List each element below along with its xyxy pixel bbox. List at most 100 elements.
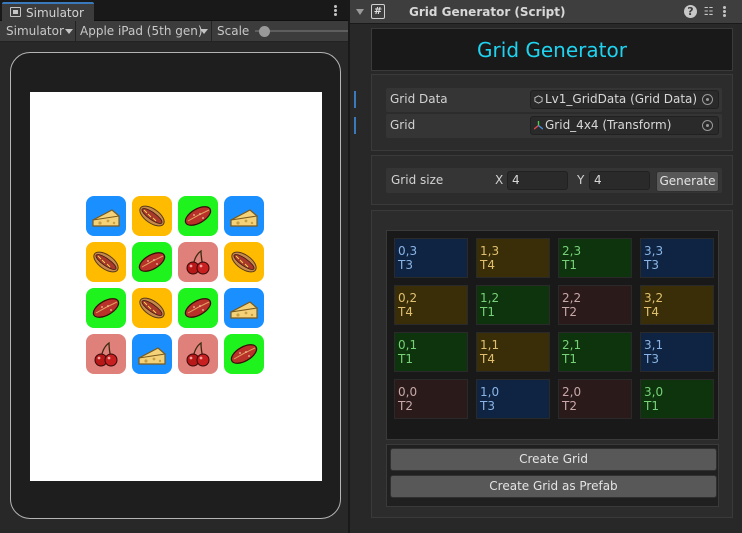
grid-cell[interactable]: 1,1 T4 <box>476 332 550 372</box>
create-grid-button[interactable]: Create Grid <box>390 448 717 471</box>
grid-cell-type: T4 <box>480 352 495 366</box>
grid-preview-section: 0,3 T3 1,3 T4 2,3 T1 3,3 T3 0,2 T4 1,2 T1 2,2 T2 3,2 T4… <box>371 210 733 518</box>
cherry-icon <box>186 341 210 367</box>
sausage-icon <box>184 206 212 226</box>
grid-field[interactable]: Grid_4x4 (Transform) <box>530 116 719 135</box>
hotdog-tile[interactable] <box>86 242 126 282</box>
sausage-tile[interactable] <box>178 196 218 236</box>
x-label: X <box>495 173 504 187</box>
grid-cell-coord: 0,2 <box>398 291 418 305</box>
generate-button-label: Generate <box>659 174 716 188</box>
simulator-toolbar: Simulator Apple iPad (5th gen) Scale <box>0 21 348 42</box>
device-dropdown[interactable]: Apple iPad (5th gen) <box>80 22 208 41</box>
scale-slider-thumb[interactable] <box>259 26 271 37</box>
grid-cell[interactable]: 3,1 T3 <box>640 332 714 372</box>
hotdog-icon <box>139 297 165 319</box>
grid-cell[interactable]: 3,0 T1 <box>640 379 714 419</box>
grid-cell[interactable]: 0,1 T1 <box>394 332 468 372</box>
chevron-down-icon <box>65 29 73 34</box>
grid-cells-container: 0,3 T3 1,3 T4 2,3 T1 3,3 T3 0,2 T4 1,2 T1 2,2 T2 3,2 T4… <box>386 230 719 440</box>
grid-cell-coord: 3,1 <box>644 338 664 352</box>
grid-data-field[interactable]: Lv1_GridData (Grid Data) <box>530 90 719 109</box>
simulator-mode-dropdown[interactable]: Simulator <box>6 22 73 41</box>
grid-cell-coord: 2,2 <box>562 291 582 305</box>
simulator-menu-kebab-icon[interactable] <box>334 5 338 17</box>
cheese-tile[interactable] <box>86 196 126 236</box>
scale-label: Scale <box>217 22 251 41</box>
component-menu-kebab-icon[interactable] <box>723 6 727 18</box>
sausage-tile[interactable] <box>178 288 218 328</box>
cheese-icon <box>230 209 258 227</box>
device-label: Apple iPad (5th gen) <box>80 24 203 38</box>
create-grid-prefab-button-label: Create Grid as Prefab <box>489 479 618 493</box>
grid-cell-coord: 0,0 <box>398 385 418 399</box>
grid-data-label: Grid Data <box>390 92 448 106</box>
cheese-tile[interactable] <box>132 334 172 374</box>
grid-cell-type: T4 <box>480 258 495 272</box>
sausage-tile[interactable] <box>132 242 172 282</box>
cheese-icon <box>230 301 258 319</box>
grid-cell[interactable]: 0,3 T3 <box>394 238 468 278</box>
grid-cell-coord: 2,0 <box>562 385 582 399</box>
grid-cell[interactable]: 1,0 T3 <box>476 379 550 419</box>
grid-cell[interactable]: 2,1 T1 <box>558 332 632 372</box>
grid-size-y-field[interactable]: 4 <box>589 171 650 190</box>
cheese-tile[interactable] <box>224 196 264 236</box>
object-picker-icon[interactable] <box>702 120 713 131</box>
sausage-tile[interactable] <box>224 334 264 374</box>
generate-button[interactable]: Generate <box>656 171 719 192</box>
grid-cell-type: T1 <box>480 305 495 319</box>
grid-cell-type: T3 <box>644 352 659 366</box>
hotdog-icon <box>231 251 257 273</box>
object-picker-icon[interactable] <box>702 94 713 105</box>
grid-cell-coord: 0,1 <box>398 338 418 352</box>
sausage-icon <box>184 298 212 318</box>
title-banner: Grid Generator <box>371 28 733 71</box>
simulator-tab-bar: Simulator <box>0 0 348 21</box>
component-header[interactable]: # Grid Generator (Script) ? ☷ <box>350 0 742 24</box>
grid-cell-coord: 1,3 <box>480 244 500 258</box>
presets-icon[interactable]: ☷ <box>702 5 715 18</box>
grid-size-x-field[interactable]: 4 <box>507 171 568 190</box>
grid-cell-type: T4 <box>398 305 413 319</box>
cherry-tile[interactable] <box>178 242 218 282</box>
grid-cell-type: T1 <box>562 258 577 272</box>
help-icon[interactable]: ? <box>684 5 697 18</box>
cheese-icon <box>92 209 120 227</box>
grid-cell-coord: 1,0 <box>480 385 500 399</box>
grid-cell[interactable]: 3,3 T3 <box>640 238 714 278</box>
hotdog-tile[interactable] <box>132 288 172 328</box>
grid-cell-type: T2 <box>562 305 577 319</box>
toolbar-divider <box>75 21 76 42</box>
grid-cell-type: T2 <box>562 399 577 413</box>
grid-cell[interactable]: 0,0 T2 <box>394 379 468 419</box>
component-title: Grid Generator (Script) <box>409 5 566 19</box>
grid-cell-type: T4 <box>644 305 659 319</box>
cherry-tile[interactable] <box>178 334 218 374</box>
hotdog-icon <box>139 205 165 227</box>
grid-cell[interactable]: 3,2 T4 <box>640 285 714 325</box>
tab-simulator[interactable]: Simulator <box>2 2 94 21</box>
grid-cell[interactable]: 1,3 T4 <box>476 238 550 278</box>
grid-cell[interactable]: 2,0 T2 <box>558 379 632 419</box>
grid-cell[interactable]: 0,2 T4 <box>394 285 468 325</box>
grid-cell-type: T2 <box>398 399 413 413</box>
cherry-tile[interactable] <box>86 334 126 374</box>
hotdog-tile[interactable] <box>132 196 172 236</box>
hotdog-tile[interactable] <box>224 242 264 282</box>
cheese-icon <box>138 347 166 365</box>
grid-cell[interactable]: 2,2 T2 <box>558 285 632 325</box>
grid-cell[interactable]: 1,2 T1 <box>476 285 550 325</box>
foldout-arrow-icon[interactable] <box>356 9 364 15</box>
grid-size-section: Grid size X 4 Y 4 Generate <box>371 155 733 205</box>
grid-size-label: Grid size <box>391 173 444 187</box>
grid-cell-type: T1 <box>562 352 577 366</box>
grid-cell-coord: 3,0 <box>644 385 664 399</box>
grid-cell-type: T3 <box>480 399 495 413</box>
create-grid-prefab-button[interactable]: Create Grid as Prefab <box>390 475 717 498</box>
cheese-tile[interactable] <box>224 288 264 328</box>
grid-cell[interactable]: 2,3 T1 <box>558 238 632 278</box>
hotdog-icon <box>93 251 119 273</box>
game-screen[interactable] <box>30 92 322 481</box>
sausage-tile[interactable] <box>86 288 126 328</box>
